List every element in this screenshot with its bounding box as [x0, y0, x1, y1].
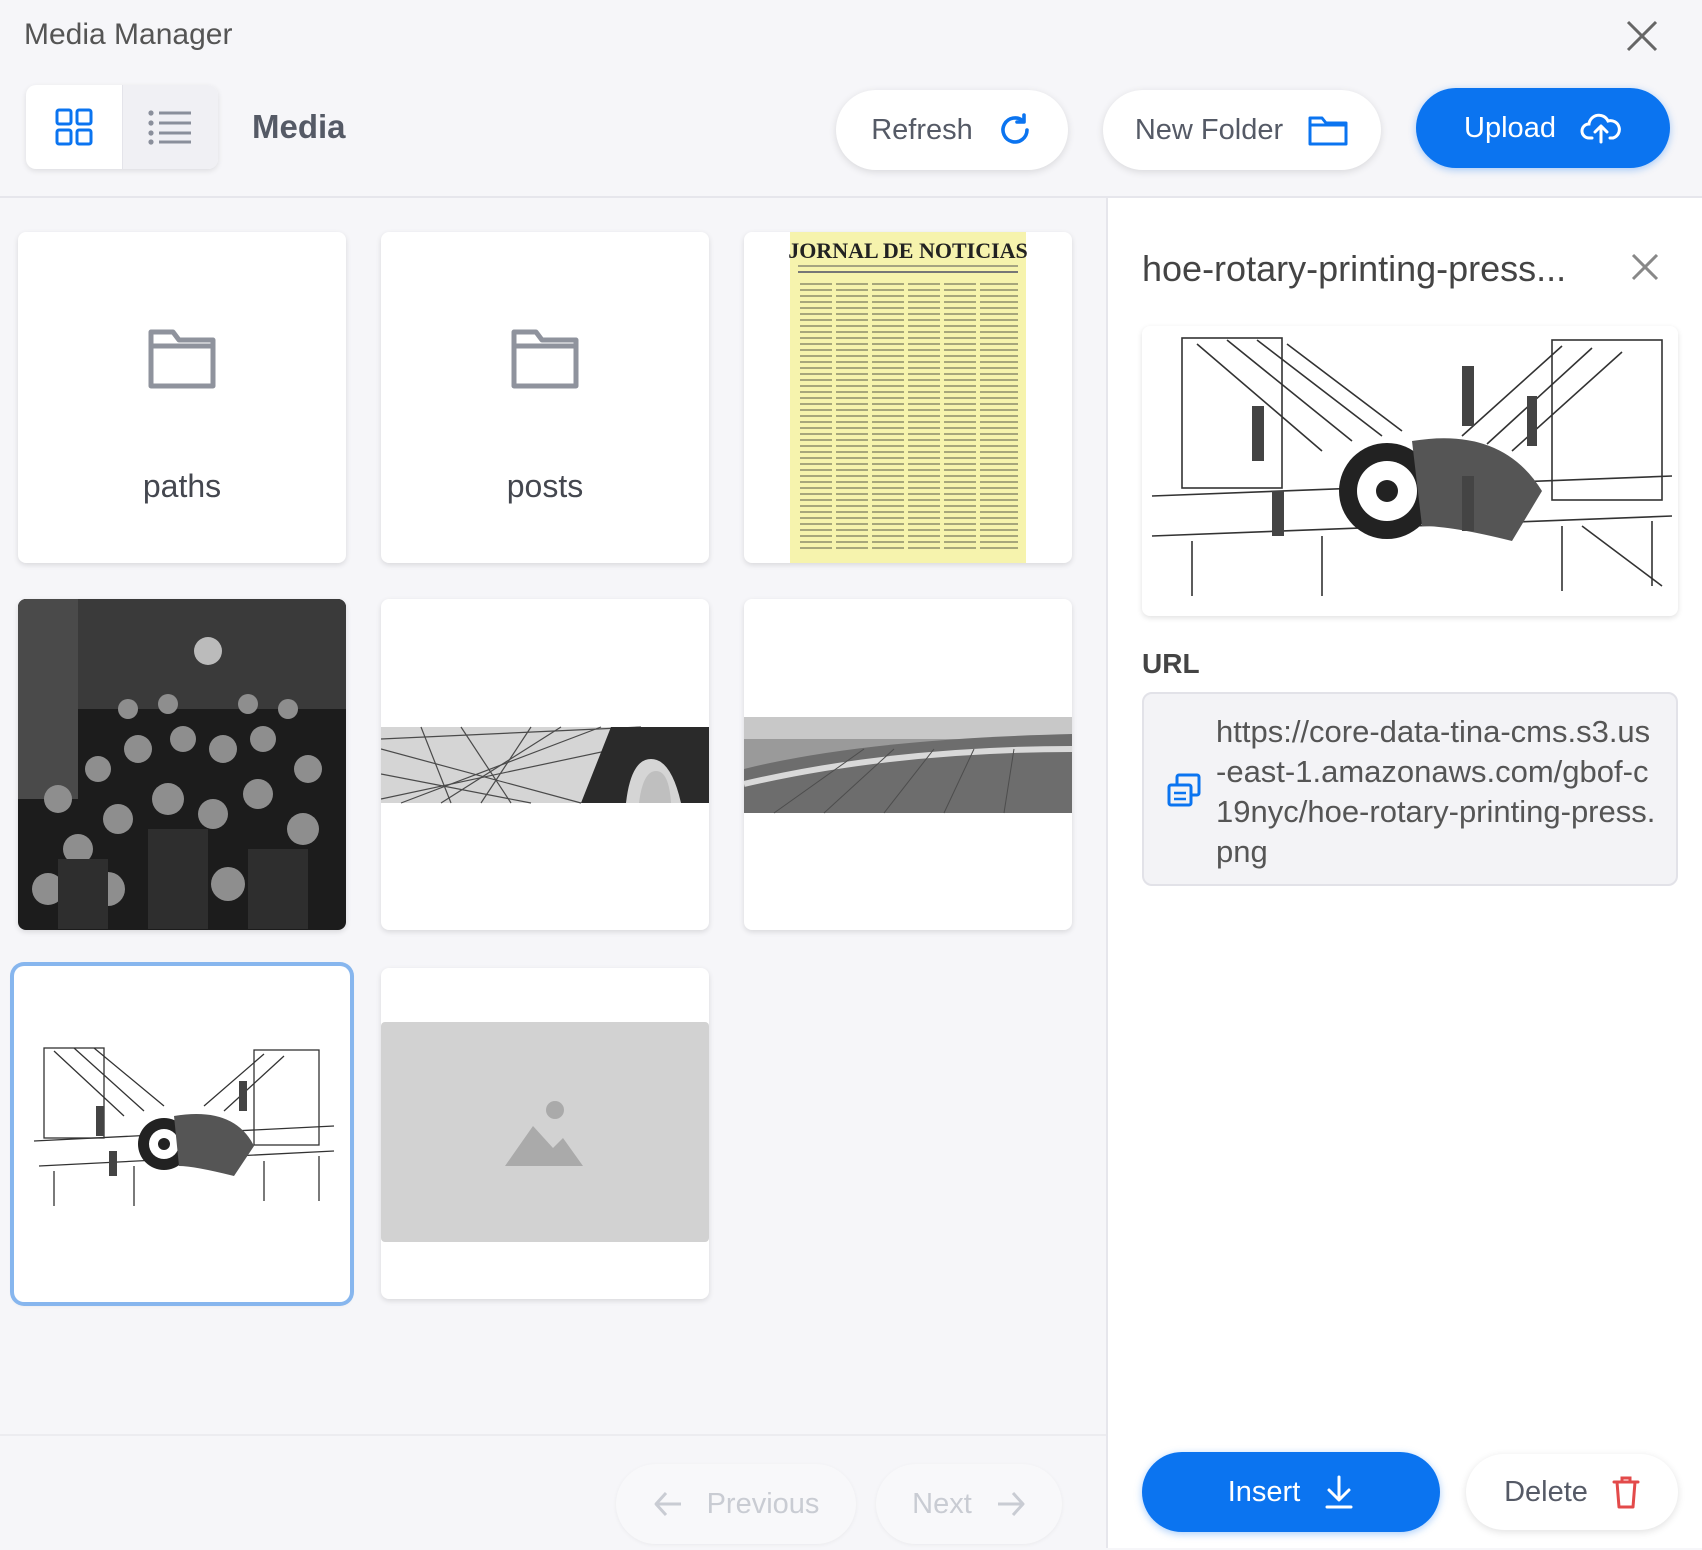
- insert-button[interactable]: Insert: [1142, 1452, 1440, 1532]
- image-placeholder-icon: [505, 1101, 583, 1166]
- folder-icon: [1308, 116, 1348, 146]
- folder-label: paths: [142, 468, 222, 504]
- next-label: Next: [912, 1487, 972, 1520]
- newspaper-headline: JORNAL DE NOTICIAS: [788, 238, 1028, 263]
- refresh-button[interactable]: Refresh: [836, 90, 1068, 170]
- folder-tile-paths[interactable]: paths: [18, 232, 346, 563]
- list-icon: [148, 110, 192, 145]
- previous-button[interactable]: Previous: [616, 1464, 856, 1544]
- breadcrumb[interactable]: Media: [252, 108, 346, 146]
- image-tile-city[interactable]: [744, 599, 1072, 930]
- arrow-right-icon: [997, 1491, 1025, 1517]
- download-icon: [1325, 1475, 1353, 1509]
- toolbar: Media Refresh New Folder Upload: [0, 72, 1702, 198]
- newspaper-image: JORNAL DE NOTICIAS: [788, 232, 1028, 563]
- window-title: Media Manager: [24, 18, 233, 51]
- file-details-panel: hoe-rotary-printing-press... URL https:/…: [1106, 198, 1702, 1548]
- image-tile-newspaper[interactable]: JORNAL DE NOTICIAS: [744, 232, 1072, 563]
- folder-icon: [511, 329, 579, 389]
- insert-label: Insert: [1227, 1475, 1301, 1508]
- bridge-photo: [381, 726, 709, 804]
- image-tile-printing-press[interactable]: [14, 966, 350, 1302]
- previous-label: Previous: [706, 1487, 820, 1520]
- folder-label: posts: [506, 468, 584, 504]
- media-grid: paths posts JORNAL DE NOTICIAS: [0, 198, 1106, 1434]
- refresh-label: Refresh: [871, 113, 973, 146]
- pagination: Previous Next: [0, 1434, 1106, 1550]
- close-panel-icon[interactable]: [1628, 250, 1662, 284]
- file-preview: [1142, 326, 1678, 616]
- next-button[interactable]: Next: [876, 1464, 1062, 1544]
- grid-view-button[interactable]: [26, 85, 122, 169]
- list-view-button[interactable]: [121, 85, 218, 169]
- url-label: URL: [1142, 648, 1200, 679]
- view-toggle: [26, 85, 218, 169]
- image-tile-crowd[interactable]: [18, 599, 346, 930]
- crowd-photo: [18, 599, 346, 930]
- folder-tile-posts[interactable]: posts: [381, 232, 709, 563]
- printing-press-preview: [1151, 337, 1673, 596]
- trash-icon: [1612, 1476, 1640, 1509]
- delete-button[interactable]: Delete: [1466, 1454, 1678, 1530]
- new-folder-label: New Folder: [1134, 113, 1284, 146]
- delete-label: Delete: [1504, 1475, 1588, 1508]
- copy-icon[interactable]: [1166, 772, 1202, 808]
- url-copy-field[interactable]: https://core-data-tina-cms.s3.us-east-1.…: [1142, 692, 1678, 886]
- city-aerial-photo: [744, 717, 1072, 814]
- placeholder-image: [381, 1022, 709, 1242]
- printing-press-thumbnail: [33, 1047, 335, 1206]
- upload-button[interactable]: Upload: [1416, 88, 1670, 168]
- file-url: https://core-data-tina-cms.s3.us-east-1.…: [1216, 714, 1656, 869]
- arrow-left-icon: [654, 1491, 681, 1517]
- upload-label: Upload: [1464, 111, 1556, 144]
- grid-icon: [55, 108, 93, 146]
- new-folder-button[interactable]: New Folder: [1103, 90, 1381, 170]
- folder-icon: [148, 329, 216, 389]
- title-bar: Media Manager: [0, 0, 1702, 72]
- file-name: hoe-rotary-printing-press...: [1142, 248, 1567, 289]
- image-tile-placeholder[interactable]: [381, 968, 709, 1299]
- image-tile-bridge[interactable]: [381, 599, 709, 930]
- cloud-upload-icon: [1580, 113, 1621, 144]
- refresh-icon: [1000, 113, 1029, 144]
- close-icon[interactable]: [1622, 16, 1662, 56]
